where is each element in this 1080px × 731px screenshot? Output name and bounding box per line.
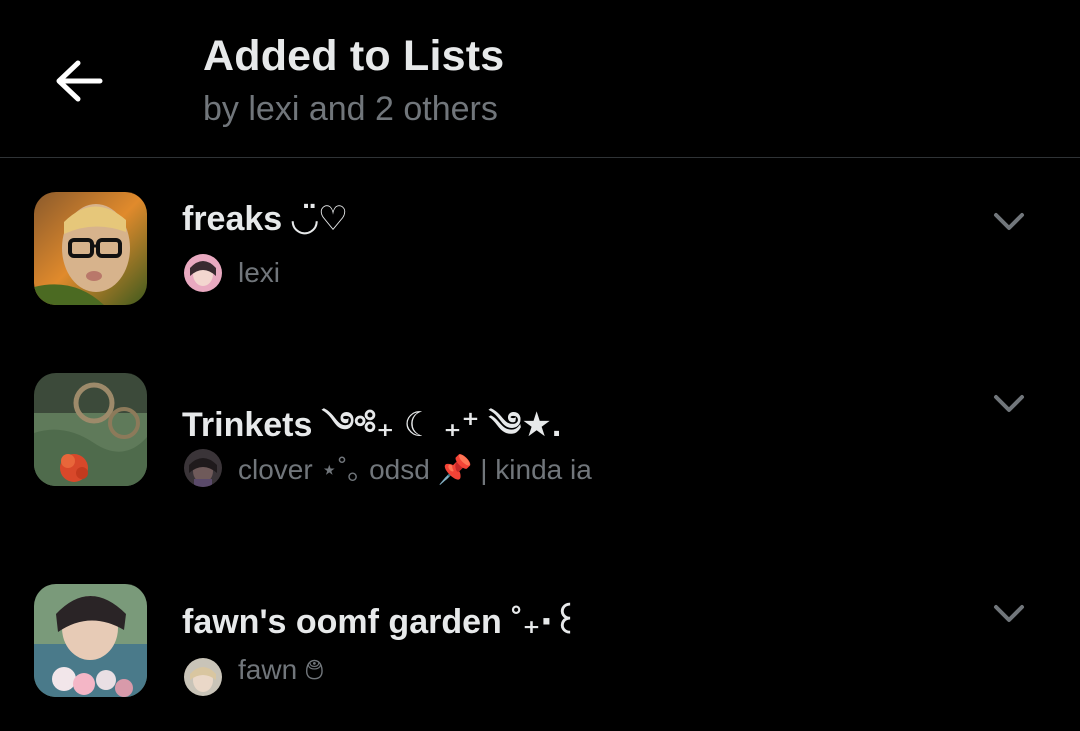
list-item-freaks[interactable]: freaks ◡̈♡ lexi: [0, 185, 1080, 335]
arrow-left-icon: [56, 60, 103, 102]
owner-avatar: [184, 658, 222, 696]
list-avatar: [34, 584, 147, 697]
list-owner: lexi: [184, 253, 280, 293]
chevron-down-icon: [994, 213, 1024, 230]
owner-name: lexi: [238, 257, 281, 288]
chevron-down-icon: [994, 605, 1024, 622]
list-name: fawn's oomf garden ˚₊‧꒰: [182, 603, 579, 641]
list-item-fawns-oomf-garden[interactable]: fawn's oomf garden ˚₊‧꒰ fawn ࿉: [0, 577, 1080, 727]
list-name: freaks ◡̈♡: [182, 200, 349, 238]
page-title: Added to Lists: [203, 32, 505, 80]
list-owner: clover ⋆˚｡ odsd 📌 | kinda ia: [184, 448, 592, 488]
page-subtitle: by lexi and 2 others: [203, 90, 498, 128]
owner-avatar: [184, 254, 222, 292]
header: Added to Lists by lexi and 2 others: [0, 0, 1080, 158]
chevron-down-icon: [994, 395, 1024, 412]
list-owner: fawn ࿉: [184, 654, 324, 697]
owner-name: clover ⋆˚｡ odsd 📌 | kinda ia: [238, 454, 592, 485]
list-menu-button[interactable]: [986, 199, 1032, 245]
list-item-trinkets[interactable]: Trinkets ༺₊ ☾ ₊⁺ ༄★. clover ⋆˚｡ odsd 📌 |…: [0, 366, 1080, 516]
list-avatar: [34, 192, 147, 305]
owner-name: fawn ࿉: [238, 653, 324, 685]
list-menu-button[interactable]: [986, 591, 1032, 637]
added-to-lists-screen: Added to Lists by lexi and 2 others frea…: [0, 0, 1080, 731]
list-avatar: [34, 373, 147, 486]
owner-avatar: [184, 449, 222, 487]
list-menu-button[interactable]: [986, 381, 1032, 427]
back-button[interactable]: [44, 46, 114, 116]
